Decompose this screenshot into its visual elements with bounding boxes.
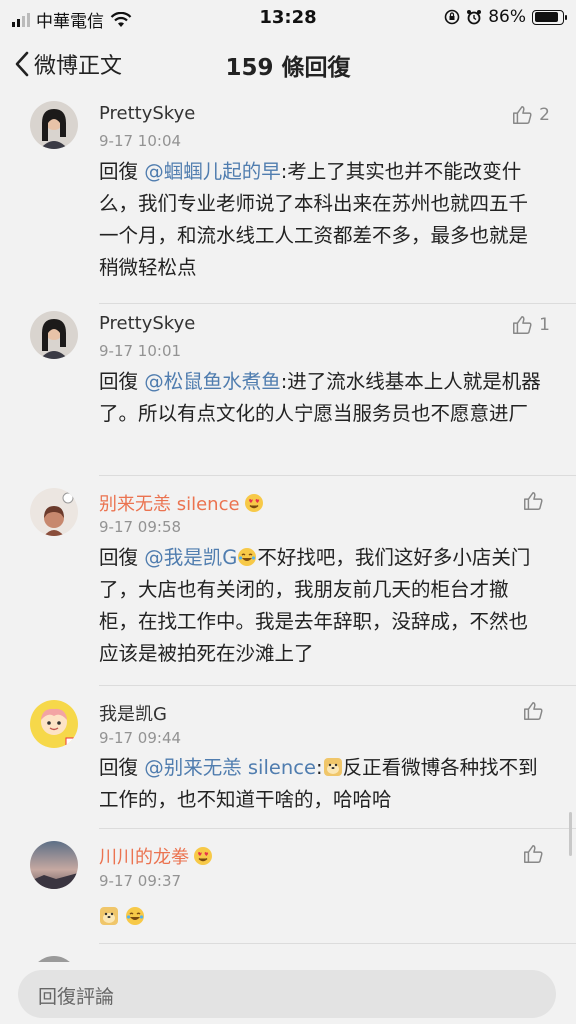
like-count: 1: [539, 315, 550, 335]
avatar[interactable]: [30, 101, 78, 149]
reply-prefix: 回復: [99, 546, 145, 569]
avatar[interactable]: [30, 841, 78, 889]
comment-time: 9-17 09:37: [99, 872, 182, 890]
comment-username[interactable]: PrettySkye: [99, 103, 195, 124]
reply-input[interactable]: 回復評論: [18, 970, 556, 1018]
comment-time: 9-17 10:04: [99, 132, 182, 150]
back-button[interactable]: 微博正文: [14, 48, 122, 80]
comment-username[interactable]: 我是凯G: [99, 700, 167, 726]
username-text: 别来无恙 silence: [99, 494, 240, 515]
mention-link[interactable]: @蝈蝈儿起的早: [144, 160, 281, 183]
comment-text: 回復 @蝈蝈儿起的早:考上了其实也并不能改变什么，我们专业老师说了本科出来在苏州…: [99, 156, 547, 284]
thumbs-up-icon: [524, 845, 543, 863]
thumbs-up-icon: [513, 316, 532, 334]
thumbs-up-icon: [513, 106, 532, 124]
chevron-left-icon: [15, 51, 29, 77]
battery-icon: [532, 9, 567, 25]
avatar[interactable]: [30, 311, 78, 359]
comment-username[interactable]: 川川的龙拳: [99, 843, 213, 869]
reply-prefix: 回復: [99, 756, 145, 779]
back-label: 微博正文: [34, 54, 123, 79]
laugh-tears-emoji-icon: [126, 907, 145, 925]
comment-text: [99, 901, 547, 933]
comment-time: 9-17 09:44: [99, 729, 182, 747]
rotation-lock-icon: [444, 9, 460, 25]
doge-emoji-icon: [323, 758, 342, 776]
comment-time: 9-17 09:58: [99, 518, 182, 536]
like-button[interactable]: 2: [511, 104, 550, 126]
mention-link[interactable]: @松鼠鱼水煮鱼: [144, 370, 281, 393]
reply-bar: 回復評論: [0, 962, 576, 1024]
like-button[interactable]: 1: [511, 314, 550, 336]
comment-item-partial: [0, 952, 576, 962]
alarm-icon: [467, 10, 482, 25]
laugh-tears-emoji-icon: [238, 548, 257, 566]
comment-item: 我是凯G 9-17 09:44 回復 @别来无恙 silence: 反正看微博各种…: [0, 686, 576, 829]
username-text: 川川的龙拳: [99, 847, 189, 868]
comment-item: 别来无恙 silence 9-17 09:58 回復 @我是凯G 不好找吧，我们这…: [0, 476, 576, 686]
comment-item: PrettySkye 9-17 10:01 1 回復 @松鼠鱼水煮鱼:进了流水线…: [0, 306, 576, 476]
thumbs-up-icon: [524, 492, 543, 510]
comment-username[interactable]: 别来无恙 silence: [99, 490, 264, 516]
colon-text: :: [315, 756, 323, 779]
like-button[interactable]: [522, 490, 550, 512]
doge-emoji-icon: [100, 907, 118, 925]
heart-eyes-emoji-icon: [194, 847, 212, 865]
comment-item: PrettySkye 9-17 10:04 2 回復 @蝈蝈儿起的早:考上了其实…: [0, 96, 576, 304]
avatar[interactable]: [30, 488, 78, 536]
comment-text: 回復 @别来无恙 silence: 反正看微博各种找不到工作的，也不知道干啥的，哈…: [99, 752, 547, 816]
comment-text: 回復 @松鼠鱼水煮鱼:进了流水线基本上人就是机器了。所以有点文化的人宁愿当服务员…: [99, 366, 547, 430]
username-text: 我是凯G: [99, 704, 167, 725]
divider: [99, 303, 576, 304]
like-button[interactable]: [522, 700, 550, 722]
like-count: 2: [539, 105, 550, 125]
battery-percent: 86%: [488, 7, 526, 27]
comment-time: 9-17 10:01: [99, 342, 182, 360]
reply-prefix: 回復: [99, 160, 145, 183]
reply-prefix: 回復: [99, 370, 145, 393]
mention-link[interactable]: @别来无恙 silence: [144, 756, 316, 779]
like-button[interactable]: [522, 843, 550, 865]
username-text: PrettySkye: [99, 313, 196, 334]
divider: [99, 943, 576, 944]
scrollbar[interactable]: [569, 812, 572, 856]
comment-item: 川川的龙拳 9-17 09:37: [0, 829, 576, 945]
status-bar: 中華電信 13:28 86%: [0, 0, 576, 34]
comment-text: 回復 @我是凯G 不好找吧，我们这好多小店关门了，大店也有关闭的，我朋友前几天的柜…: [99, 542, 547, 670]
avatar[interactable]: [30, 700, 78, 748]
comment-username[interactable]: PrettySkye: [99, 313, 195, 334]
comment-list[interactable]: PrettySkye 9-17 10:04 2 回復 @蝈蝈儿起的早:考上了其实…: [0, 96, 576, 962]
thumbs-up-icon: [524, 702, 543, 720]
heart-eyes-emoji-icon: [244, 494, 263, 512]
nav-bar: 微博正文 159 條回復: [0, 34, 576, 96]
username-text: PrettySkye: [99, 103, 196, 124]
mention-link[interactable]: @我是凯G: [144, 546, 237, 569]
